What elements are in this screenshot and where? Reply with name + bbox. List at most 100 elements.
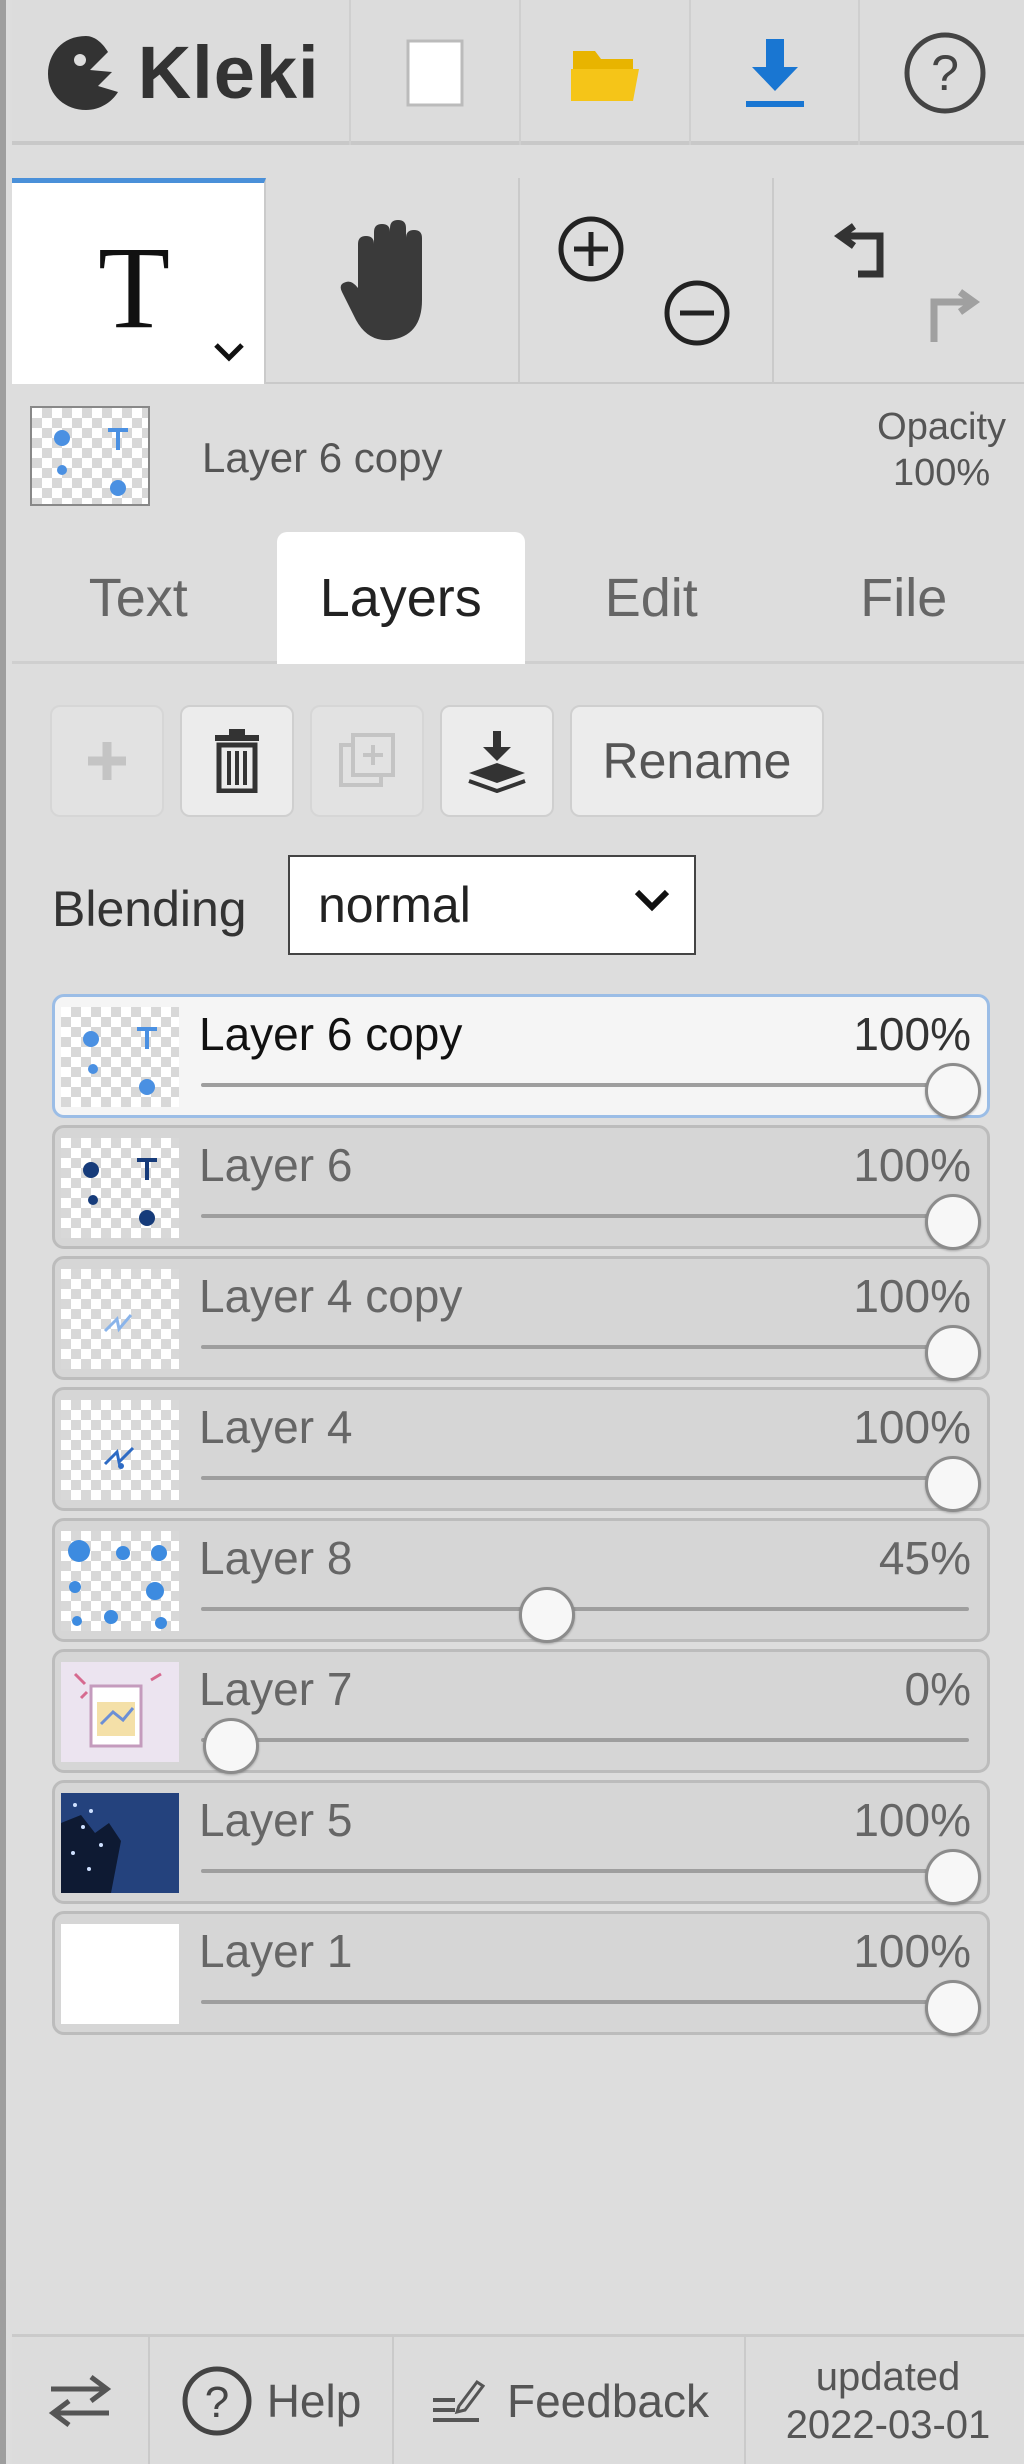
opacity-slider-track[interactable] bbox=[201, 1083, 969, 1087]
text-tool-icon: T bbox=[98, 223, 170, 343]
layer-thumbnail bbox=[61, 1531, 179, 1631]
layer-row[interactable]: Layer 4 100% bbox=[52, 1387, 990, 1512]
layer-row[interactable]: Layer 1 100% bbox=[52, 1911, 990, 2036]
side-panel: Kleki ? T Layer 6 copy Opacity 100% Text… bbox=[0, 0, 1024, 2464]
merge-down-button[interactable] bbox=[440, 705, 554, 817]
rename-button[interactable]: Rename bbox=[570, 705, 824, 817]
opacity-slider-track[interactable] bbox=[201, 1738, 969, 1742]
blending-select[interactable]: normal bbox=[288, 855, 696, 955]
download-button[interactable] bbox=[691, 0, 861, 145]
layer-name: Layer 4 bbox=[199, 1401, 353, 1453]
tab-layers[interactable]: Layers bbox=[276, 532, 526, 664]
opacity-slider-track[interactable] bbox=[201, 1869, 969, 1873]
layer-name: Layer 6 copy bbox=[199, 1008, 463, 1060]
layer-name: Layer 6 bbox=[199, 1139, 353, 1191]
layer-row[interactable]: Layer 6 100% bbox=[52, 1125, 990, 1250]
kleki-logo-icon bbox=[47, 35, 118, 110]
top-bar: Kleki ? bbox=[12, 0, 1024, 145]
tab-file[interactable]: File bbox=[778, 532, 1024, 664]
undo-icon[interactable] bbox=[824, 214, 904, 284]
feedback-link[interactable]: Feedback bbox=[394, 2337, 746, 2464]
layer-row[interactable]: Layer 4 copy 100% bbox=[52, 1256, 990, 1381]
opacity-slider-handle[interactable] bbox=[925, 1325, 981, 1381]
layer-opacity: 100% bbox=[853, 1401, 971, 1453]
current-layer-thumbnail bbox=[30, 406, 150, 506]
layer-row[interactable]: Layer 5 100% bbox=[52, 1780, 990, 1905]
tab-bar: Text Layers Edit File bbox=[12, 532, 1024, 664]
layer-thumbnail bbox=[61, 1138, 179, 1238]
layer-name: Layer 7 bbox=[199, 1663, 353, 1715]
duplicate-icon bbox=[339, 733, 395, 787]
opacity-slider-track[interactable] bbox=[201, 1476, 969, 1480]
zoom-in-icon[interactable] bbox=[556, 214, 626, 284]
opacity-label: Opacity bbox=[877, 406, 1006, 448]
opacity-slider-handle[interactable] bbox=[925, 1456, 981, 1512]
new-file-button[interactable] bbox=[351, 0, 521, 145]
layer-name: Layer 8 bbox=[199, 1532, 353, 1584]
layer-opacity: 45% bbox=[878, 1532, 971, 1584]
updated-info[interactable]: updated 2022-03-01 bbox=[746, 2337, 1024, 2464]
app-name: Kleki bbox=[137, 31, 320, 114]
layer-opacity: 100% bbox=[853, 1794, 971, 1846]
layer-thumbnail bbox=[61, 1662, 179, 1762]
open-file-button[interactable] bbox=[521, 0, 691, 145]
opacity-slider-track[interactable] bbox=[201, 1607, 969, 1611]
plus-icon bbox=[88, 742, 126, 780]
download-icon bbox=[745, 38, 804, 107]
opacity-slider-handle[interactable] bbox=[925, 1980, 981, 2036]
chevron-down-icon bbox=[634, 889, 670, 912]
hand-tool[interactable] bbox=[266, 178, 520, 384]
opacity-slider-track[interactable] bbox=[201, 1345, 969, 1349]
opacity-slider-track[interactable] bbox=[201, 1214, 969, 1218]
layer-row[interactable]: Layer 8 45% bbox=[52, 1518, 990, 1643]
swap-arrows-icon bbox=[48, 2374, 112, 2427]
current-layer-name: Layer 6 copy bbox=[202, 434, 443, 481]
open-folder-icon bbox=[570, 50, 639, 101]
layer-thumbnail bbox=[61, 1007, 179, 1107]
opacity-slider-handle[interactable] bbox=[925, 1849, 981, 1905]
help-circle-icon: ? bbox=[904, 32, 986, 113]
delete-layer-button[interactable] bbox=[180, 705, 294, 817]
current-layer-opacity: Opacity 100% bbox=[877, 404, 1006, 496]
merge-down-icon bbox=[468, 731, 526, 793]
layer-name: Layer 5 bbox=[199, 1794, 353, 1846]
new-file-icon bbox=[406, 39, 464, 106]
layer-opacity: 0% bbox=[904, 1663, 971, 1715]
tab-edit[interactable]: Edit bbox=[525, 532, 778, 664]
help-button[interactable]: ? bbox=[860, 0, 1024, 145]
text-tool[interactable]: T bbox=[12, 178, 266, 384]
tab-text[interactable]: Text bbox=[12, 532, 265, 664]
layer-opacity: 100% bbox=[853, 1925, 971, 1977]
blending-label: Blending bbox=[52, 881, 247, 937]
opacity-slider-handle[interactable] bbox=[925, 1194, 981, 1250]
current-layer-header: Layer 6 copy Opacity 100% bbox=[12, 384, 1024, 534]
opacity-slider-handle[interactable] bbox=[925, 1063, 981, 1119]
layer-opacity: 100% bbox=[853, 1270, 971, 1322]
updated-date: 2022-03-01 bbox=[785, 2402, 991, 2447]
redo-icon[interactable] bbox=[910, 280, 990, 350]
feedback-label: Feedback bbox=[506, 2374, 709, 2427]
chevron-down-icon[interactable] bbox=[212, 341, 246, 363]
add-layer-button[interactable] bbox=[50, 705, 164, 817]
layer-row[interactable]: Layer 6 copy 100% bbox=[52, 994, 990, 1119]
help-circle-icon: ? bbox=[182, 2366, 252, 2435]
zoom-out-icon[interactable] bbox=[662, 278, 732, 348]
footer: ? Help Feedback updated 2022-03-01 bbox=[12, 2334, 1024, 2464]
help-link[interactable]: ? Help bbox=[150, 2337, 394, 2464]
layer-thumbnail bbox=[61, 1793, 179, 1893]
layer-name: Layer 4 copy bbox=[199, 1270, 463, 1322]
opacity-slider-handle[interactable] bbox=[518, 1587, 575, 1643]
tool-row: T bbox=[12, 178, 1024, 384]
layer-name: Layer 1 bbox=[199, 1925, 353, 1977]
swap-side-button[interactable] bbox=[12, 2337, 150, 2464]
svg-text:?: ? bbox=[931, 45, 959, 101]
layer-row[interactable]: Layer 7 0% bbox=[52, 1649, 990, 1774]
opacity-slider-handle[interactable] bbox=[203, 1718, 259, 1774]
svg-text:T: T bbox=[98, 223, 170, 343]
duplicate-layer-button[interactable] bbox=[310, 705, 424, 817]
layer-actions: Rename bbox=[50, 705, 824, 817]
logo[interactable]: Kleki bbox=[12, 0, 352, 145]
zoom-tools bbox=[520, 178, 774, 384]
opacity-slider-track[interactable] bbox=[201, 2000, 969, 2004]
blending-value: normal bbox=[318, 877, 471, 933]
